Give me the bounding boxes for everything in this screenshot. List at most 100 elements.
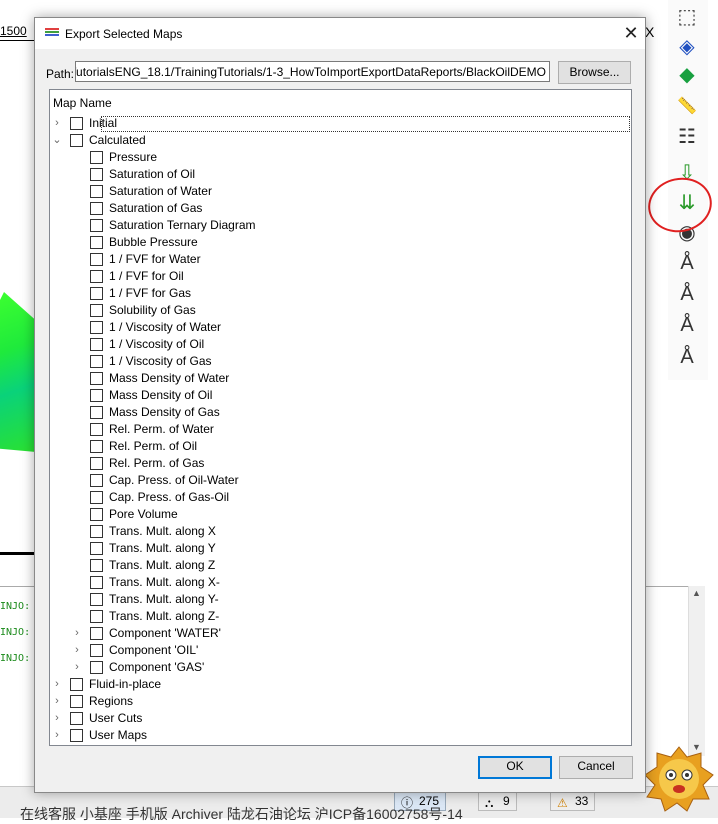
tree-checkbox[interactable] (90, 508, 103, 521)
map-tree[interactable]: Map Name › Initial ⌄ Calculated Pressure Satu… (49, 89, 632, 746)
tree-checkbox[interactable] (90, 151, 103, 164)
tree-row[interactable]: 1 / FVF for Oil (50, 268, 629, 285)
warning-count-chip[interactable]: ⚠ 33 (550, 791, 596, 811)
tree-row[interactable]: Pressure (50, 149, 629, 166)
well-check-icon[interactable]: Å (674, 344, 700, 370)
tree-checkbox[interactable] (90, 389, 103, 402)
tree-row[interactable]: Saturation of Water (50, 183, 629, 200)
layers-icon[interactable]: ◈ (674, 34, 700, 60)
tree-checkbox[interactable] (90, 287, 103, 300)
tree-checkbox[interactable] (70, 134, 83, 147)
tree-checkbox[interactable] (90, 525, 103, 538)
tree-row[interactable]: › Initial (50, 115, 630, 132)
tree-checkbox[interactable] (90, 627, 103, 640)
tree-checkbox[interactable] (70, 712, 83, 725)
tree-checkbox[interactable] (90, 593, 103, 606)
grid-icon[interactable]: ◆ (674, 62, 700, 88)
tree-row[interactable]: › User Cuts (50, 710, 629, 727)
tree-row[interactable]: Rel. Perm. of Gas (50, 455, 629, 472)
tree-checkbox[interactable] (90, 406, 103, 419)
tree-row[interactable]: Saturation Ternary Diagram (50, 217, 629, 234)
tree-row[interactable]: › Component 'OIL' (50, 642, 629, 659)
tree-row[interactable]: Bubble Pressure (50, 234, 629, 251)
tree-row[interactable]: › Component 'GAS' (50, 659, 629, 676)
tree-checkbox[interactable] (90, 644, 103, 657)
cancel-button[interactable]: Cancel (559, 756, 633, 779)
tree-checkbox[interactable] (90, 610, 103, 623)
tree-checkbox[interactable] (70, 678, 83, 691)
tree-row[interactable]: Cap. Press. of Oil-Water (50, 472, 629, 489)
browse-button[interactable]: Browse... (558, 61, 631, 84)
chevron-right-icon[interactable]: › (52, 115, 62, 132)
tree-checkbox[interactable] (90, 270, 103, 283)
tree-row[interactable]: › Regions (50, 693, 629, 710)
tree-row[interactable]: 1 / FVF for Water (50, 251, 629, 268)
tree-row[interactable]: › Component 'WATER' (50, 625, 629, 642)
ruler-icon[interactable]: 📏 (674, 94, 700, 120)
tree-row[interactable]: Mass Density of Oil (50, 387, 629, 404)
tree-checkbox[interactable] (90, 542, 103, 555)
tree-row[interactable]: Mass Density of Water (50, 370, 629, 387)
tree-checkbox[interactable] (90, 576, 103, 589)
ok-button[interactable]: OK (478, 756, 552, 779)
well-search-icon[interactable]: Å (674, 312, 700, 338)
background-close-label[interactable]: X (645, 24, 654, 40)
scroll-up-icon[interactable]: ▲ (692, 588, 701, 598)
tree-row[interactable]: Saturation of Oil (50, 166, 629, 183)
tree-checkbox[interactable] (90, 321, 103, 334)
tree-checkbox[interactable] (90, 168, 103, 181)
tree-checkbox[interactable] (90, 423, 103, 436)
tree-checkbox[interactable] (90, 372, 103, 385)
tree-checkbox[interactable] (70, 117, 83, 130)
tree-checkbox[interactable] (90, 253, 103, 266)
tree-row[interactable]: Trans. Mult. along Y (50, 540, 629, 557)
chevron-right-icon[interactable]: › (52, 710, 62, 727)
tree-checkbox[interactable] (90, 661, 103, 674)
tree-row[interactable]: Pore Volume (50, 506, 629, 523)
tree-checkbox[interactable] (90, 355, 103, 368)
chevron-right-icon[interactable]: › (52, 676, 62, 693)
tree-row[interactable]: Trans. Mult. along X- (50, 574, 629, 591)
chevron-right-icon[interactable]: › (72, 659, 82, 676)
dialog-titlebar[interactable]: Export Selected Maps ✕ (35, 18, 645, 49)
chevron-down-icon[interactable]: ⌄ (52, 132, 62, 149)
tree-checkbox[interactable] (90, 474, 103, 487)
tree-row[interactable]: Rel. Perm. of Oil (50, 438, 629, 455)
well-count-chip[interactable]: ⛬ 9 (478, 791, 517, 811)
cube-outline-icon[interactable]: ⬚ (674, 4, 700, 30)
tree-row[interactable]: › User Maps (50, 727, 629, 744)
chevron-right-icon[interactable]: › (52, 727, 62, 744)
path-input[interactable]: C:/tNavigatorTutorialsENG_18.1/TrainingT… (75, 61, 550, 82)
tree-checkbox[interactable] (70, 695, 83, 708)
tree-row[interactable]: 1 / Viscosity of Gas (50, 353, 629, 370)
tree-row[interactable]: Solubility of Gas (50, 302, 629, 319)
tree-checkbox[interactable] (70, 729, 83, 742)
tree-checkbox[interactable] (90, 457, 103, 470)
well-filter-icon[interactable]: Å (674, 250, 700, 276)
tree-row[interactable]: 1 / Viscosity of Water (50, 319, 629, 336)
tree-checkbox[interactable] (90, 338, 103, 351)
tree-row[interactable]: Trans. Mult. along Y- (50, 591, 629, 608)
tree-row[interactable]: Trans. Mult. along Z (50, 557, 629, 574)
tree-checkbox[interactable] (90, 219, 103, 232)
tree-row[interactable]: Trans. Mult. along Z- (50, 608, 629, 625)
chevron-right-icon[interactable]: › (72, 642, 82, 659)
tree-row[interactable]: › Fluid-in-place (50, 676, 629, 693)
tree-row[interactable]: Rel. Perm. of Water (50, 421, 629, 438)
console-scrollbar[interactable]: ▲ ▼ (688, 586, 705, 756)
list-icon[interactable]: ☷ (674, 124, 700, 150)
tree-row[interactable]: ⌄ Calculated (50, 132, 629, 149)
tree-checkbox[interactable] (90, 185, 103, 198)
tree-row[interactable]: 1 / Viscosity of Oil (50, 336, 629, 353)
chevron-right-icon[interactable]: › (52, 693, 62, 710)
tree-checkbox[interactable] (90, 236, 103, 249)
tree-row[interactable]: Cap. Press. of Gas-Oil (50, 489, 629, 506)
tree-checkbox[interactable] (90, 491, 103, 504)
chevron-right-icon[interactable]: › (72, 625, 82, 642)
well-settings-icon[interactable]: Å (674, 281, 700, 307)
tree-row[interactable]: 1 / FVF for Gas (50, 285, 629, 302)
tree-row[interactable]: Saturation of Gas (50, 200, 629, 217)
tree-checkbox[interactable] (90, 559, 103, 572)
tree-row[interactable]: Mass Density of Gas (50, 404, 629, 421)
tree-checkbox[interactable] (90, 304, 103, 317)
